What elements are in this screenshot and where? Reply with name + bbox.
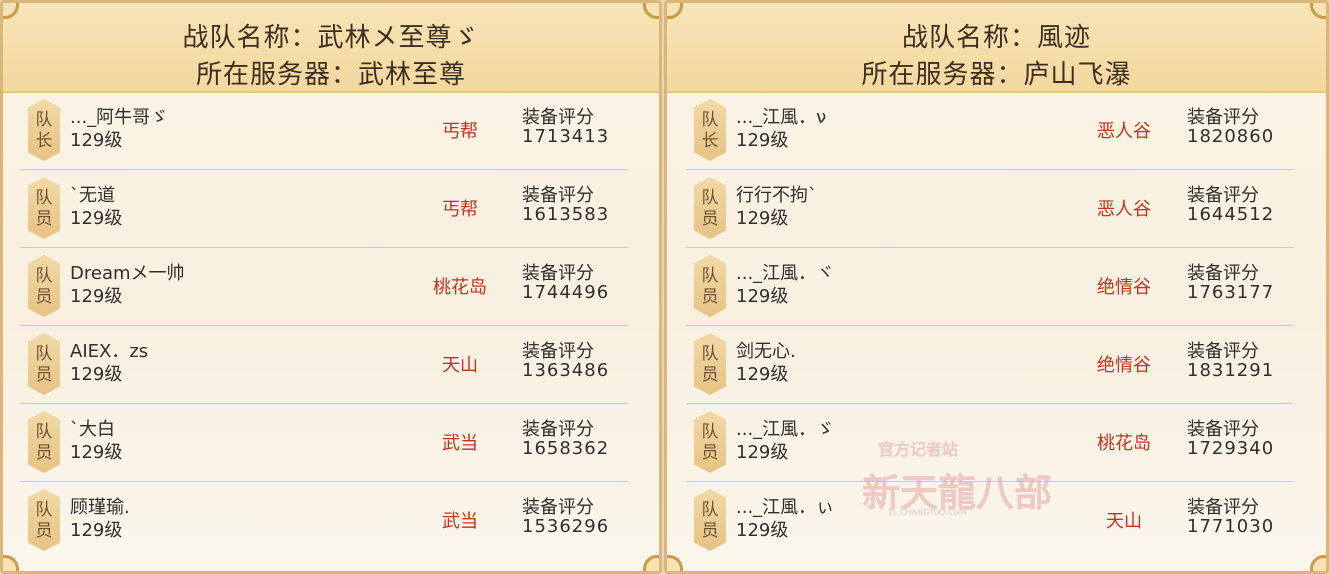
gear-score-value: 1363486 xyxy=(522,360,610,381)
role-badge: 队员 xyxy=(694,489,726,551)
gear-score-value: 1644512 xyxy=(1187,204,1275,225)
corner-ornament-icon xyxy=(643,555,659,571)
team-name: 战队名称：武林メ至尊ゞ xyxy=(182,23,480,53)
member-row: 队员 ..._江風．ゞ 129级 桃花岛 装备评分 1729340 xyxy=(686,403,1293,482)
corner-ornament-icon xyxy=(3,555,19,571)
member-level: 129级 xyxy=(70,286,123,307)
member-sect: 桃花岛 xyxy=(433,277,487,298)
team-panel-right: 战队名称：風迹 所在服务器：庐山飞瀑 队长 ..._江風．ν 129级 恶人谷 … xyxy=(664,0,1329,574)
member-sect: 恶人谷 xyxy=(1097,199,1151,220)
member-row: 队员 `无道 129级 丐帮 装备评分 1613583 xyxy=(20,169,628,248)
role-badge: 队员 xyxy=(28,255,60,317)
gear-score-value: 1820860 xyxy=(1187,126,1275,147)
corner-ornament-icon xyxy=(667,555,683,571)
role-badge: 队员 xyxy=(28,333,60,395)
corner-ornament-icon xyxy=(1310,555,1326,571)
member-row: 队员 ..._江風．ヾ 129级 绝情谷 装备评分 1763177 xyxy=(686,247,1293,326)
member-level: 129级 xyxy=(70,130,123,151)
role-badge: 队员 xyxy=(28,489,60,551)
member-sect: 恶人谷 xyxy=(1097,121,1151,142)
team-header: 战队名称：武林メ至尊ゞ 所在服务器：武林至尊 xyxy=(3,3,659,93)
member-row: 队长 ..._江風．ν 129级 恶人谷 装备评分 1820860 xyxy=(686,91,1293,170)
member-sect: 武当 xyxy=(442,433,478,454)
gear-score-value: 1771030 xyxy=(1187,516,1275,537)
member-level: 129级 xyxy=(70,520,123,541)
member-row: 队员 行行不拘` 129级 恶人谷 装备评分 1644512 xyxy=(686,169,1293,248)
member-sect: 武当 xyxy=(442,511,478,532)
member-sect: 绝情谷 xyxy=(1097,277,1151,298)
member-row: 队员 ..._江風．ぃ 129级 天山 装备评分 1771030 xyxy=(686,481,1293,559)
team-name: 战队名称：風迹 xyxy=(901,23,1091,53)
member-level: 129级 xyxy=(736,286,789,307)
gear-score-value: 1831291 xyxy=(1187,360,1275,381)
member-sect: 天山 xyxy=(442,355,478,376)
role-badge: 队员 xyxy=(694,255,726,317)
gear-score-value: 1763177 xyxy=(1187,282,1275,303)
role-badge: 队员 xyxy=(694,411,726,473)
role-badge: 队员 xyxy=(694,333,726,395)
member-row: 队员 AIEX．zs 129级 天山 装备评分 1363486 xyxy=(20,325,628,404)
member-level: 129级 xyxy=(736,130,789,151)
member-level: 129级 xyxy=(736,208,789,229)
gear-score-value: 1713413 xyxy=(522,126,610,147)
gear-score-value: 1536296 xyxy=(522,516,610,537)
role-badge: 队员 xyxy=(28,177,60,239)
gear-score-value: 1744496 xyxy=(522,282,610,303)
role-badge: 队长 xyxy=(694,99,726,161)
gear-score-value: 1729340 xyxy=(1187,438,1275,459)
team-server: 所在服务器：庐山飞瀑 xyxy=(861,60,1132,90)
member-sect: 天山 xyxy=(1106,511,1142,532)
member-sect: 绝情谷 xyxy=(1097,355,1151,376)
role-badge: 队员 xyxy=(694,177,726,239)
member-sect: 丐帮 xyxy=(442,121,478,142)
team-header: 战队名称：風迹 所在服务器：庐山飞瀑 xyxy=(667,3,1326,93)
member-row: 队员 Dreamメ一帅 129级 桃花岛 装备评分 1744496 xyxy=(20,247,628,326)
member-level: 129级 xyxy=(736,364,789,385)
member-sect: 丐帮 xyxy=(442,199,478,220)
role-badge: 队员 xyxy=(28,411,60,473)
member-level: 129级 xyxy=(70,364,123,385)
gear-score-value: 1613583 xyxy=(522,204,610,225)
member-level: 129级 xyxy=(70,208,123,229)
member-row: 队员 剑无心. 129级 绝情谷 装备评分 1831291 xyxy=(686,325,1293,404)
member-row: 队员 顾瑾瑜. 129级 武当 装备评分 1536296 xyxy=(20,481,628,559)
member-level: 129级 xyxy=(736,442,789,463)
role-badge: 队长 xyxy=(28,99,60,161)
team-server: 所在服务器：武林至尊 xyxy=(195,60,466,90)
member-sect: 桃花岛 xyxy=(1097,433,1151,454)
team-panel-left: 战队名称：武林メ至尊ゞ 所在服务器：武林至尊 队长 ..._阿牛哥ゞ 129级 … xyxy=(0,0,662,574)
member-row: 队长 ..._阿牛哥ゞ 129级 丐帮 装备评分 1713413 xyxy=(20,91,628,170)
member-row: 队员 `大白 129级 武当 装备评分 1658362 xyxy=(20,403,628,482)
member-level: 129级 xyxy=(736,520,789,541)
gear-score-value: 1658362 xyxy=(522,438,610,459)
member-level: 129级 xyxy=(70,442,123,463)
